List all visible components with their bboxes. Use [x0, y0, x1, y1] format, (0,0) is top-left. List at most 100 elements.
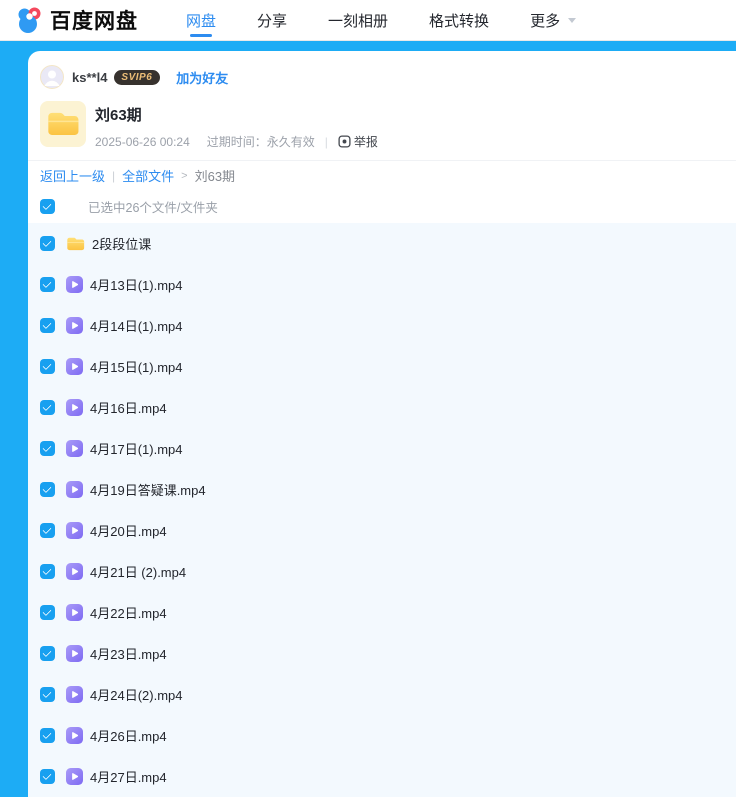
nav-item-1[interactable]: 分享	[257, 0, 287, 40]
file-row[interactable]: 4月22日.mp4	[28, 592, 736, 633]
nav-item-3[interactable]: 格式转换	[429, 0, 489, 40]
row-checkbox[interactable]	[40, 605, 55, 620]
share-title: 刘63期	[95, 107, 142, 124]
row-checkbox[interactable]	[40, 236, 55, 251]
breadcrumb-all-files-link[interactable]: 全部文件	[122, 166, 174, 185]
nav-item-label: 分享	[257, 12, 288, 30]
row-checkbox[interactable]	[40, 687, 55, 702]
video-icon	[66, 358, 83, 375]
row-checkbox[interactable]	[40, 728, 55, 743]
file-name[interactable]: 2段段位课	[92, 234, 151, 253]
video-icon	[66, 481, 83, 498]
file-row[interactable]: 4月19日答疑课.mp4	[28, 469, 736, 510]
video-icon	[66, 563, 83, 580]
chevron-down-icon	[568, 17, 577, 23]
share-header: 刘63期 2025-06-26 00:24 过期时间：永久有效 | 举报	[28, 89, 736, 150]
file-row[interactable]: 4月20日.mp4	[28, 510, 736, 551]
share-date: 2025-06-26 00:24	[95, 134, 190, 149]
video-icon	[66, 317, 83, 334]
file-name[interactable]: 4月15日(1).mp4	[90, 357, 182, 376]
file-name[interactable]: 4月13日(1).mp4	[90, 275, 182, 294]
nav-item-label: 更多	[530, 12, 561, 30]
breadcrumb-divider: |	[112, 168, 116, 183]
report-icon	[338, 135, 354, 148]
video-icon	[66, 604, 83, 621]
avatar	[40, 65, 64, 89]
row-checkbox[interactable]	[40, 523, 55, 538]
file-row[interactable]: 2段段位课	[28, 223, 736, 264]
report-label: 举报	[353, 135, 378, 149]
file-name[interactable]: 4月14日(1).mp4	[90, 316, 182, 335]
active-tab-underline	[190, 34, 212, 37]
nav-item-label: 一刻相册	[328, 12, 389, 30]
nav-item-0[interactable]: 网盘	[186, 0, 216, 40]
top-navigation-bar: 百度网盘 网盘 分享 一刻相册 格式转换 更多	[0, 0, 736, 41]
video-icon	[66, 276, 83, 293]
video-icon	[66, 522, 83, 539]
baidu-netdisk-logo-icon	[14, 5, 44, 35]
file-name[interactable]: 4月16日.mp4	[90, 398, 167, 417]
video-icon	[66, 399, 83, 416]
row-checkbox[interactable]	[40, 400, 55, 415]
file-row[interactable]: 4月27日.mp4	[28, 756, 736, 797]
owner-username: ks**l4	[72, 69, 108, 85]
file-list: 2段段位课 4月13日(1).mp4 4月14日(1).mp4 4月15日(1)…	[28, 223, 736, 797]
file-name[interactable]: 4月23日.mp4	[90, 644, 167, 663]
row-checkbox[interactable]	[40, 769, 55, 784]
row-checkbox[interactable]	[40, 646, 55, 661]
file-row[interactable]: 4月17日(1).mp4	[28, 428, 736, 469]
main-nav: 网盘 分享 一刻相册 格式转换 更多	[186, 0, 617, 40]
share-card: ks**l4 SVIP6 加为好友 刘63期 2025-06-26 00:24 …	[28, 51, 736, 797]
share-info: 刘63期 2025-06-26 00:24 过期时间：永久有效 | 举报	[95, 101, 378, 150]
file-row[interactable]: 4月15日(1).mp4	[28, 346, 736, 387]
share-folder-icon	[40, 101, 86, 147]
add-friend-link[interactable]: 加为好友	[176, 68, 228, 87]
row-checkbox[interactable]	[40, 564, 55, 579]
file-name[interactable]: 4月19日答疑课.mp4	[90, 480, 206, 499]
share-page-background: ks**l4 SVIP6 加为好友 刘63期 2025-06-26 00:24 …	[0, 41, 736, 797]
file-row[interactable]: 4月16日.mp4	[28, 387, 736, 428]
brand-title: 百度网盘	[50, 10, 138, 33]
file-row[interactable]: 4月21日 (2).mp4	[28, 551, 736, 592]
video-icon	[66, 768, 83, 785]
share-owner-row: ks**l4 SVIP6 加为好友	[28, 51, 736, 89]
file-name[interactable]: 4月21日 (2).mp4	[90, 562, 186, 581]
file-row[interactable]: 4月13日(1).mp4	[28, 264, 736, 305]
file-name[interactable]: 4月22日.mp4	[90, 603, 167, 622]
meta-divider: |	[324, 134, 328, 149]
nav-item-4[interactable]: 更多	[530, 0, 577, 40]
breadcrumb-back-link[interactable]: 返回上一级	[40, 166, 105, 185]
file-row[interactable]: 4月23日.mp4	[28, 633, 736, 674]
svip-badge: SVIP6	[114, 69, 161, 85]
select-all-checkbox[interactable]	[40, 199, 55, 215]
selection-summary: 已选中26个文件/文件夹	[88, 201, 218, 216]
file-row[interactable]: 4月14日(1).mp4	[28, 305, 736, 346]
row-checkbox[interactable]	[40, 359, 55, 374]
row-checkbox[interactable]	[40, 441, 55, 456]
file-name[interactable]: 4月24日(2).mp4	[90, 685, 182, 704]
file-name[interactable]: 4月26日.mp4	[90, 726, 167, 745]
nav-item-2[interactable]: 一刻相册	[328, 0, 388, 40]
brand-home-link[interactable]: 百度网盘	[14, 5, 138, 35]
breadcrumb-current: 刘63期	[194, 169, 236, 184]
report-button[interactable]: 举报	[338, 133, 378, 150]
file-row[interactable]: 4月24日(2).mp4	[28, 674, 736, 715]
video-icon	[66, 645, 83, 662]
file-name[interactable]: 4月20日.mp4	[90, 521, 167, 540]
row-checkbox[interactable]	[40, 277, 55, 292]
breadcrumb: 返回上一级 | 全部文件 > 刘63期	[28, 161, 736, 190]
video-icon	[66, 440, 83, 457]
share-expire: 过期时间：永久有效	[206, 135, 315, 149]
file-name[interactable]: 4月27日.mp4	[90, 767, 167, 786]
video-icon	[66, 727, 83, 744]
nav-item-label: 格式转换	[429, 12, 490, 30]
folder-icon	[66, 236, 85, 252]
file-name[interactable]: 4月17日(1).mp4	[90, 439, 182, 458]
selection-header: 已选中26个文件/文件夹	[28, 190, 736, 223]
row-checkbox[interactable]	[40, 482, 55, 497]
nav-item-label: 网盘	[186, 12, 217, 30]
row-checkbox[interactable]	[40, 318, 55, 333]
video-icon	[66, 686, 83, 703]
file-row[interactable]: 4月26日.mp4	[28, 715, 736, 756]
breadcrumb-chevron: >	[181, 169, 188, 182]
